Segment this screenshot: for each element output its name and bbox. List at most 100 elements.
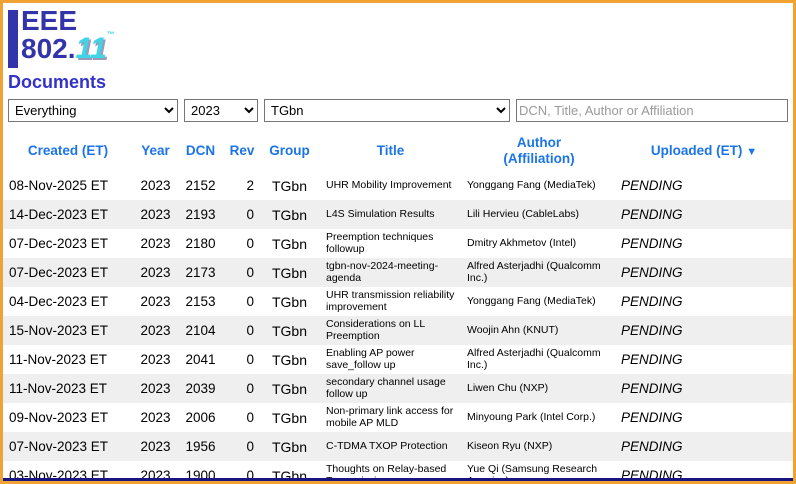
cell-dcn: 2104 bbox=[178, 316, 223, 345]
header-title[interactable]: Title bbox=[318, 131, 463, 171]
cell-uploaded: PENDING bbox=[615, 403, 793, 432]
cell-title: UHR Mobility Improvement bbox=[318, 171, 463, 200]
logo-line-80211: 802.11™ bbox=[21, 35, 115, 64]
cell-dcn: 2193 bbox=[178, 200, 223, 229]
cell-rev: 0 bbox=[223, 432, 261, 461]
cell-group: TGbn bbox=[261, 432, 318, 461]
table-row: 07-Nov-2023 ET202319560TGbnC-TDMA TXOP P… bbox=[3, 432, 793, 461]
year-select[interactable]: 2023 bbox=[184, 99, 258, 122]
cell-group: TGbn bbox=[261, 316, 318, 345]
cell-created: 15-Nov-2023 ET bbox=[3, 316, 133, 345]
cell-rev: 0 bbox=[223, 229, 261, 258]
cell-author: Woojin Ahn (KNUT) bbox=[463, 316, 615, 345]
cell-title: Considerations on LL Preemption bbox=[318, 316, 463, 345]
logo-text: EEE 802.11™ bbox=[21, 8, 115, 63]
cell-uploaded: PENDING bbox=[615, 374, 793, 403]
cell-year: 2023 bbox=[133, 316, 178, 345]
header-rev[interactable]: Rev bbox=[223, 131, 261, 171]
cell-rev: 2 bbox=[223, 171, 261, 200]
page-title: Documents bbox=[8, 72, 788, 93]
cell-group: TGbn bbox=[261, 171, 318, 200]
header-uploaded-label: Uploaded (ET) bbox=[651, 143, 743, 158]
cell-group: TGbn bbox=[261, 258, 318, 287]
cell-group: TGbn bbox=[261, 345, 318, 374]
cell-title: C-TDMA TXOP Protection bbox=[318, 432, 463, 461]
cell-created: 07-Dec-2023 ET bbox=[3, 258, 133, 287]
cell-author: Liwen Chu (NXP) bbox=[463, 374, 615, 403]
cell-uploaded: PENDING bbox=[615, 229, 793, 258]
bottom-navy-bar bbox=[3, 478, 793, 481]
header-uploaded[interactable]: Uploaded (ET) ▼ bbox=[615, 131, 793, 171]
cell-author: Alfred Asterjadhi (Qualcomm Inc.) bbox=[463, 258, 615, 287]
scope-select[interactable]: Everything bbox=[8, 99, 178, 122]
cell-author: Kiseon Ryu (NXP) bbox=[463, 432, 615, 461]
page-header: EEE 802.11™ Documents bbox=[3, 3, 793, 93]
table-row: 04-Dec-2023 ET202321530TGbnUHR transmiss… bbox=[3, 287, 793, 316]
cell-created: 11-Nov-2023 ET bbox=[3, 374, 133, 403]
logo-vertical-bar bbox=[8, 10, 18, 68]
cell-uploaded: PENDING bbox=[615, 287, 793, 316]
ieee-80211-logo: EEE 802.11™ bbox=[8, 8, 788, 70]
cell-dcn: 2173 bbox=[178, 258, 223, 287]
header-dcn[interactable]: DCN bbox=[178, 131, 223, 171]
cell-year: 2023 bbox=[133, 258, 178, 287]
cell-author: Alfred Asterjadhi (Qualcomm Inc.) bbox=[463, 345, 615, 374]
cell-author: Lili Hervieu (CableLabs) bbox=[463, 200, 615, 229]
filter-bar: Everything 2023 TGbn bbox=[3, 97, 793, 122]
cell-rev: 0 bbox=[223, 316, 261, 345]
table-row: 11-Nov-2023 ET202320410TGbnEnabling AP p… bbox=[3, 345, 793, 374]
cell-year: 2023 bbox=[133, 287, 178, 316]
cell-title: tgbn-nov-2024-meeting-agenda bbox=[318, 258, 463, 287]
table-row: 15-Nov-2023 ET202321040TGbnConsideration… bbox=[3, 316, 793, 345]
cell-title: Non-primary link access for mobile AP ML… bbox=[318, 403, 463, 432]
cell-title: secondary channel usage follow up bbox=[318, 374, 463, 403]
group-select[interactable]: TGbn bbox=[264, 99, 510, 122]
cell-rev: 0 bbox=[223, 403, 261, 432]
cell-uploaded: PENDING bbox=[615, 432, 793, 461]
header-year[interactable]: Year bbox=[133, 131, 178, 171]
cell-rev: 0 bbox=[223, 258, 261, 287]
cell-uploaded: PENDING bbox=[615, 200, 793, 229]
cell-dcn: 2039 bbox=[178, 374, 223, 403]
cell-author: Yonggang Fang (MediaTek) bbox=[463, 171, 615, 200]
cell-uploaded: PENDING bbox=[615, 258, 793, 287]
cell-year: 2023 bbox=[133, 374, 178, 403]
cell-group: TGbn bbox=[261, 229, 318, 258]
table-row: 08-Nov-2025 ET202321522TGbnUHR Mobility … bbox=[3, 171, 793, 200]
cell-group: TGbn bbox=[261, 374, 318, 403]
documents-page: EEE 802.11™ Documents Everything 2023 TG… bbox=[0, 0, 796, 484]
table-header-row: Created (ET) Year DCN Rev Group Title Au… bbox=[3, 131, 793, 171]
cell-dcn: 2153 bbox=[178, 287, 223, 316]
cell-title: UHR transmission reliability improvement bbox=[318, 287, 463, 316]
cell-created: 09-Nov-2023 ET bbox=[3, 403, 133, 432]
cell-rev: 0 bbox=[223, 287, 261, 316]
cell-dcn: 2041 bbox=[178, 345, 223, 374]
cell-uploaded: PENDING bbox=[615, 345, 793, 374]
sort-descending-icon: ▼ bbox=[746, 146, 757, 158]
table-row: 14-Dec-2023 ET202321930TGbnL4S Simulatio… bbox=[3, 200, 793, 229]
documents-table-body: 08-Nov-2025 ET202321522TGbnUHR Mobility … bbox=[3, 171, 793, 484]
cell-title: Enabling AP power save_follow up bbox=[318, 345, 463, 374]
header-group[interactable]: Group bbox=[261, 131, 318, 171]
header-created[interactable]: Created (ET) bbox=[3, 131, 133, 171]
cell-year: 2023 bbox=[133, 403, 178, 432]
cell-dcn: 2006 bbox=[178, 403, 223, 432]
search-input[interactable] bbox=[516, 99, 788, 122]
cell-created: 04-Dec-2023 ET bbox=[3, 287, 133, 316]
cell-created: 11-Nov-2023 ET bbox=[3, 345, 133, 374]
cell-created: 07-Dec-2023 ET bbox=[3, 229, 133, 258]
cell-year: 2023 bbox=[133, 345, 178, 374]
cell-dcn: 2152 bbox=[178, 171, 223, 200]
cell-year: 2023 bbox=[133, 432, 178, 461]
cell-year: 2023 bbox=[133, 229, 178, 258]
cell-dcn: 2180 bbox=[178, 229, 223, 258]
cell-rev: 0 bbox=[223, 374, 261, 403]
cell-year: 2023 bbox=[133, 171, 178, 200]
cell-created: 14-Dec-2023 ET bbox=[3, 200, 133, 229]
logo-11-text: 11 bbox=[76, 32, 107, 65]
trademark-symbol: ™ bbox=[107, 30, 115, 39]
header-author[interactable]: Author (Affiliation) bbox=[463, 131, 615, 171]
cell-title: L4S Simulation Results bbox=[318, 200, 463, 229]
cell-rev: 0 bbox=[223, 345, 261, 374]
table-row: 11-Nov-2023 ET202320390TGbnsecondary cha… bbox=[3, 374, 793, 403]
